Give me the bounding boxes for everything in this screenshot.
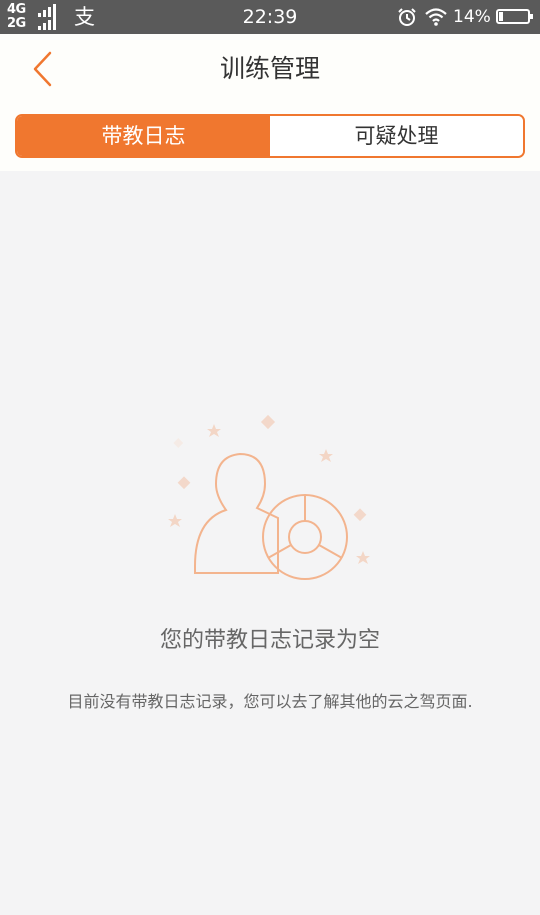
wifi-icon <box>425 8 447 26</box>
status-bar: 4G 2G 支 22:39 14% <box>0 0 540 34</box>
page-title: 训练管理 <box>219 54 320 83</box>
tab-suspicious-handling[interactable]: 可疑处理 <box>270 116 523 156</box>
person-outline <box>194 452 279 574</box>
sparkle-star <box>207 424 221 437</box>
user-steering-wheel-icon <box>168 414 370 580</box>
sparkle-star <box>356 551 370 564</box>
sparkle-diamond <box>353 508 367 522</box>
alarm-icon <box>398 8 416 26</box>
network-type-2g: 2G <box>7 16 26 31</box>
network-type-4g: 4G <box>7 2 26 17</box>
header: 训练管理 带教日志 可疑处理 <box>0 34 540 171</box>
sparkle-diamond <box>173 438 184 448</box>
segmented-control: 带教日志 可疑处理 <box>15 114 525 158</box>
alipay-icon: 支 <box>74 5 95 29</box>
chevron-left-icon <box>33 51 52 87</box>
empty-state-title: 您的带教日志记录为空 <box>159 628 380 653</box>
sparkle-diamond <box>177 476 191 490</box>
status-time: 22:39 <box>242 6 298 28</box>
sparkle-star <box>168 514 182 527</box>
sparkle-diamond <box>260 414 276 430</box>
tab-teaching-log[interactable]: 带教日志 <box>17 116 270 156</box>
battery-percent: 14% <box>453 7 491 27</box>
signal-icon <box>38 4 60 30</box>
back-button[interactable] <box>24 50 60 90</box>
battery-fill <box>499 12 503 21</box>
battery-icon <box>496 9 533 24</box>
empty-state-description: 目前没有带教日志记录，您可以去了解其他的云之驾页面. <box>67 692 473 711</box>
sparkle-star <box>319 449 333 462</box>
steering-wheel-inner <box>288 520 322 554</box>
network-type: 4G 2G <box>7 3 41 31</box>
